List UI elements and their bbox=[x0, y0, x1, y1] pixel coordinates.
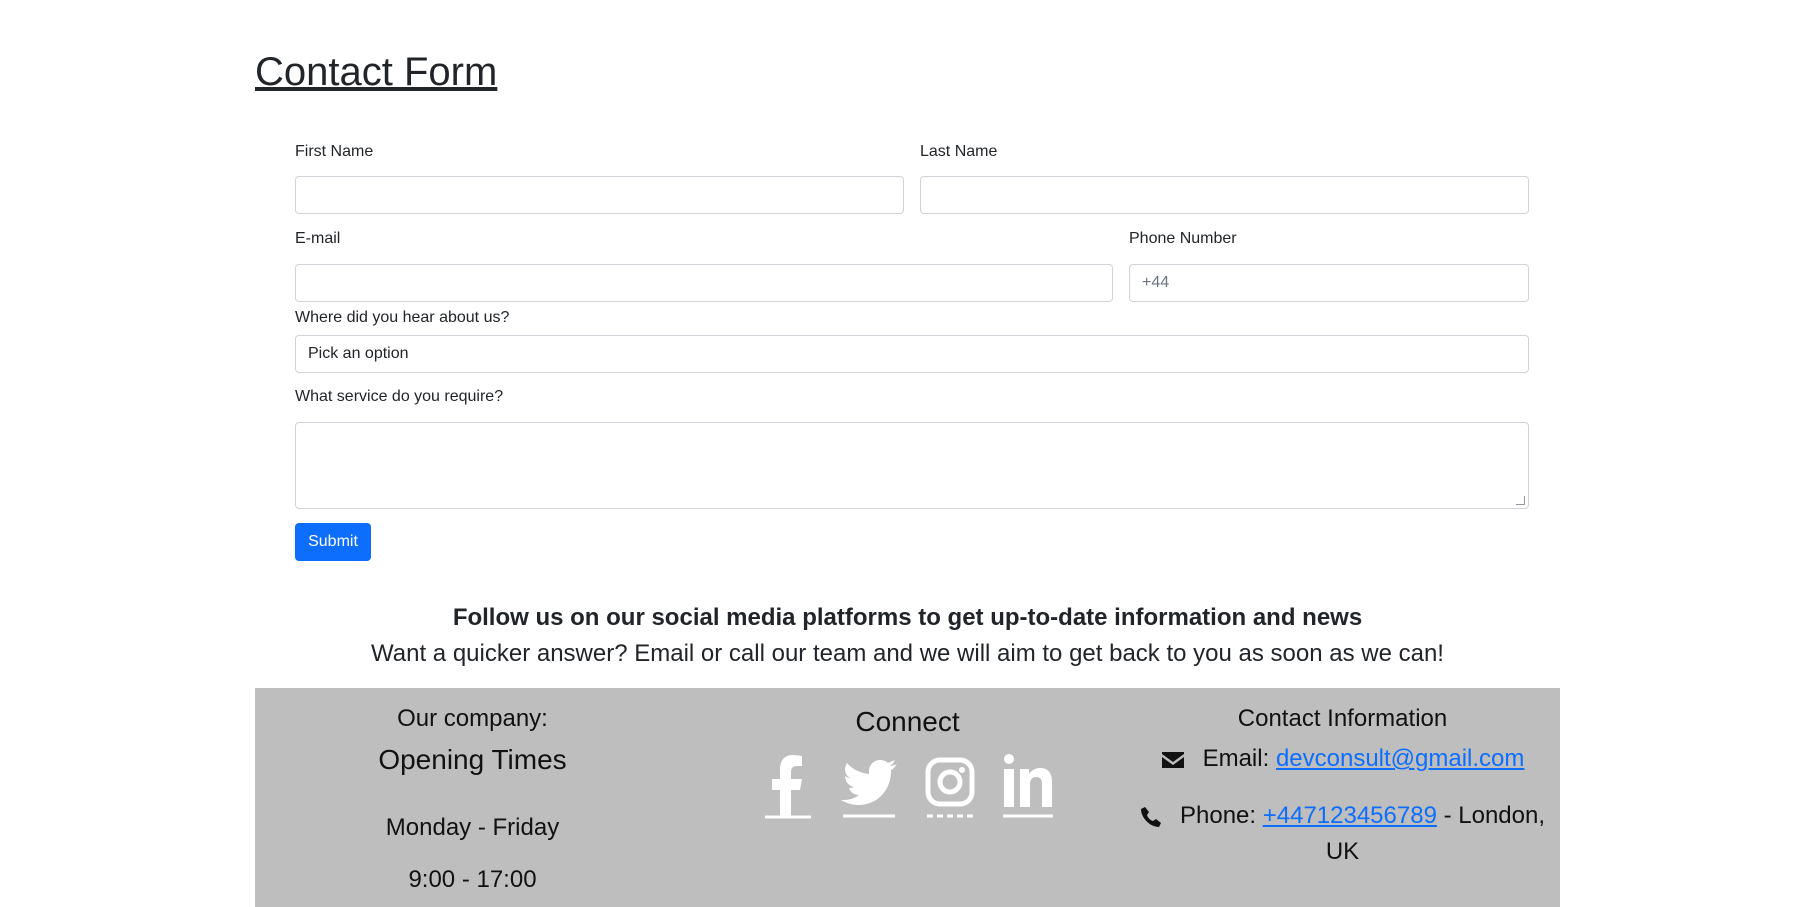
phone-location-country: UK bbox=[1325, 838, 1360, 865]
last-name-label: Last Name bbox=[920, 143, 998, 160]
phone-icon bbox=[1140, 806, 1161, 827]
hear-about-label: Where did you hear about us? bbox=[295, 309, 510, 326]
contact-info-title: Contact Information bbox=[1237, 705, 1448, 732]
opening-days: Monday - Friday bbox=[385, 814, 560, 841]
envelope-icon bbox=[1161, 751, 1184, 768]
hear-about-select[interactable]: Pick an option bbox=[295, 335, 1529, 373]
resize-handle-icon[interactable] bbox=[1516, 496, 1525, 505]
quick-answer-text: Want a quicker answer? Email or call our… bbox=[371, 640, 1444, 667]
facebook-icon[interactable] bbox=[761, 750, 815, 820]
phone-label: Phone Number bbox=[1129, 230, 1237, 247]
email-input[interactable] bbox=[295, 264, 1113, 302]
page-title: Contact Form bbox=[255, 50, 498, 94]
opening-times-title: Opening Times bbox=[378, 744, 567, 775]
phone-input[interactable] bbox=[1129, 264, 1529, 302]
phone-location: - London, bbox=[1443, 802, 1546, 829]
last-name-input[interactable] bbox=[920, 176, 1529, 214]
connect-title: Connect bbox=[855, 706, 960, 737]
phone-prefix: Phone: bbox=[1179, 802, 1257, 829]
email-label: E-mail bbox=[295, 230, 341, 247]
email-link[interactable]: devconsult@gmail.com bbox=[1276, 745, 1524, 772]
submit-button[interactable]: Submit bbox=[295, 523, 371, 561]
phone-link[interactable]: +447123456789 bbox=[1263, 802, 1437, 829]
social-follow-heading: Follow us on our social media platforms … bbox=[452, 604, 1363, 631]
linkedin-icon[interactable] bbox=[1001, 750, 1055, 820]
email-prefix: Email: bbox=[1202, 745, 1270, 772]
social-links bbox=[690, 750, 1125, 820]
service-textarea[interactable] bbox=[295, 422, 1529, 509]
company-label: Our company: bbox=[397, 705, 548, 732]
hear-about-selected: Pick an option bbox=[308, 345, 409, 362]
first-name-label: First Name bbox=[295, 143, 374, 160]
contact-phone-line: Phone: +447123456789 - London, UK bbox=[1125, 798, 1560, 870]
service-label: What service do you require? bbox=[295, 388, 504, 405]
instagram-icon[interactable] bbox=[923, 750, 977, 820]
opening-hours: 9:00 - 17:00 bbox=[408, 866, 537, 893]
twitter-icon[interactable] bbox=[839, 750, 899, 820]
first-name-input[interactable] bbox=[295, 176, 904, 214]
footer: Our company: Opening Times Monday - Frid… bbox=[255, 688, 1560, 907]
contact-email-line: Email: devconsult@gmail.com bbox=[1125, 745, 1560, 773]
